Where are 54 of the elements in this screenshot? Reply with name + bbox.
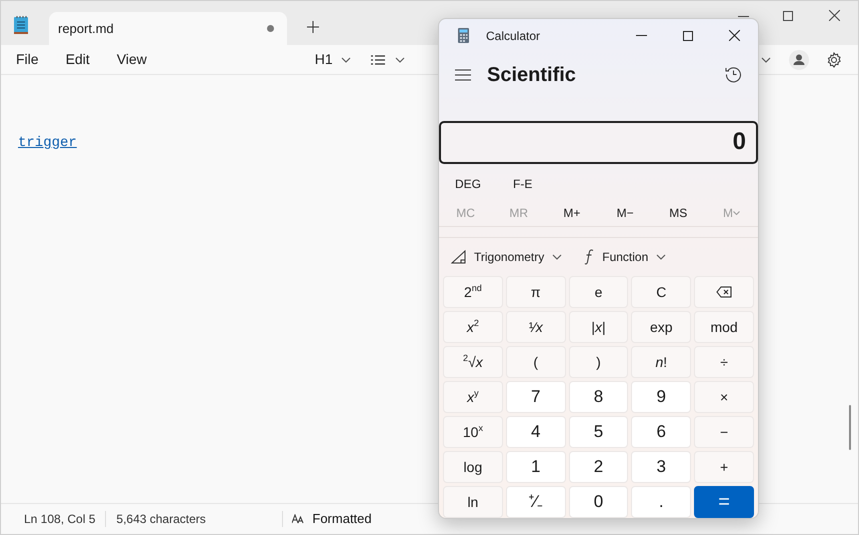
number-key[interactable]: 5 — [568, 416, 628, 448]
mode-toggle[interactable]: F-E — [513, 174, 532, 193]
tab-title: report.md — [58, 20, 115, 38]
function-key[interactable]: ÷ — [694, 346, 754, 378]
function-key[interactable]: log — [443, 451, 503, 483]
function-key[interactable]: $^{2}$√x — [443, 346, 503, 378]
function-key[interactable]: x$^{2}$ — [443, 311, 503, 343]
number-key[interactable]: 8 — [568, 381, 628, 413]
document-tab[interactable]: report.md — [49, 12, 287, 45]
function-dropdown[interactable]: Trigonometry — [451, 248, 562, 266]
memory-button[interactable]: M+ — [545, 204, 599, 222]
document-link[interactable]: trigger — [18, 135, 77, 151]
function-key[interactable]: |x| — [568, 311, 628, 343]
equals-button[interactable]: = — [694, 486, 754, 518]
function-key[interactable]: mod — [694, 311, 754, 343]
function-key[interactable]: n! — [631, 346, 692, 378]
format-mode[interactable]: Formatted — [312, 509, 372, 529]
function-key[interactable]: exp — [631, 311, 692, 343]
function-key[interactable]: 2$^{nd}$ — [443, 276, 503, 308]
mode-toggle[interactable]: DEG — [455, 174, 482, 193]
number-key[interactable]: 0 — [568, 486, 628, 518]
memory-button[interactable]: M− — [598, 204, 652, 222]
menu-item[interactable]: View — [116, 49, 147, 70]
function-key[interactable]: 10$^{x}$ — [443, 416, 503, 448]
function-key[interactable]: ¹⁄x — [506, 311, 566, 343]
function-key[interactable]: C — [631, 276, 692, 308]
number-key[interactable]: 4 — [506, 416, 566, 448]
number-key[interactable]: 2 — [568, 451, 628, 483]
function-key[interactable]: − — [694, 416, 754, 448]
number-key[interactable]: 6 — [631, 416, 692, 448]
display-value: 0 — [732, 127, 746, 158]
number-key[interactable]: 7 — [506, 381, 566, 413]
number-key[interactable]: . — [631, 486, 692, 518]
number-key[interactable]: 1 — [506, 451, 566, 483]
function-key[interactable]: e — [568, 276, 628, 308]
number-key[interactable]: 3 — [631, 451, 692, 483]
menu-item[interactable]: Edit — [66, 49, 90, 70]
function-key[interactable]: x$^{y}$ — [443, 381, 503, 413]
menu-item[interactable]: File — [16, 49, 39, 70]
function-key[interactable]: ( — [506, 346, 566, 378]
heading-dropdown[interactable]: H1 — [314, 49, 351, 70]
function-key[interactable]: π — [506, 276, 566, 308]
function-key[interactable]: + — [694, 451, 754, 483]
memory-button[interactable]: MS — [652, 204, 705, 222]
function-key[interactable]: × — [694, 381, 754, 413]
number-key[interactable]: ⁺⁄₋ — [506, 486, 566, 518]
character-count: 5,643 characters — [115, 511, 207, 528]
function-key[interactable]: ) — [568, 346, 628, 378]
window-title: Calculator — [486, 28, 542, 45]
function-key[interactable]: ln — [443, 486, 503, 518]
function-dropdown[interactable]: Function — [584, 248, 666, 266]
number-key[interactable]: 9 — [631, 381, 692, 413]
cursor-position: Ln 108, Col 5 — [23, 511, 96, 528]
mode-title: Scientific — [487, 62, 577, 88]
